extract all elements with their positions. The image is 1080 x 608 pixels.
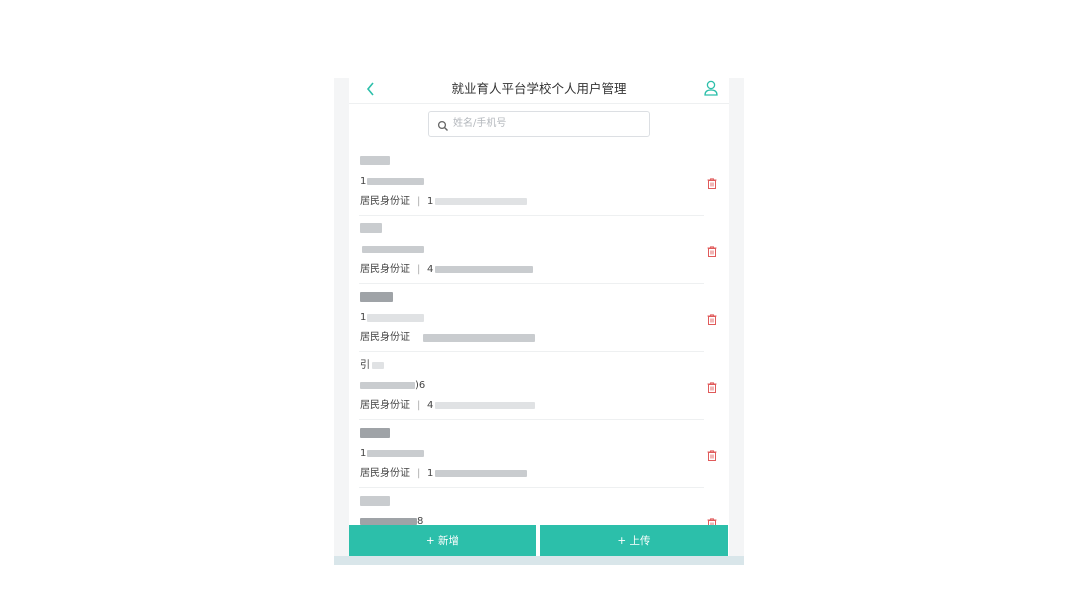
user-icon[interactable] bbox=[703, 79, 719, 97]
name-masked bbox=[360, 496, 390, 506]
id-masked bbox=[435, 470, 527, 477]
name-masked bbox=[360, 428, 390, 438]
list-item[interactable]: 1 居民身份证 | 1 bbox=[349, 420, 729, 488]
id-masked bbox=[435, 402, 535, 409]
trash-icon[interactable] bbox=[707, 242, 717, 257]
phone-masked bbox=[367, 314, 424, 322]
id-prefix: 4 bbox=[427, 400, 434, 411]
trash-icon[interactable] bbox=[707, 446, 717, 461]
trash-icon[interactable] bbox=[707, 378, 717, 393]
id-masked bbox=[423, 334, 535, 342]
id-type-label: 居民身份证 bbox=[360, 468, 410, 479]
id-separator: | bbox=[417, 400, 421, 411]
trash-icon[interactable] bbox=[707, 514, 717, 529]
list-item[interactable]: 居民身份证 | 4 bbox=[349, 216, 729, 284]
right-gutter bbox=[729, 78, 744, 565]
search-icon bbox=[437, 117, 449, 131]
id-separator: | bbox=[417, 468, 421, 479]
search-input[interactable]: 姓名/手机号 bbox=[428, 111, 650, 137]
header-bar: 就业育人平台学校个人用户管理 bbox=[349, 78, 729, 103]
list-item[interactable]: 1 居民身份证 | 1 bbox=[349, 148, 729, 216]
left-gutter bbox=[334, 78, 349, 565]
id-prefix: 4 bbox=[427, 264, 434, 275]
id-separator: | bbox=[417, 264, 421, 275]
id-masked bbox=[435, 198, 527, 205]
id-type-label: 居民身份证 bbox=[360, 264, 410, 275]
phone-suffix: )6 bbox=[415, 380, 426, 391]
name-masked bbox=[360, 223, 382, 233]
id-type-label: 居民身份证 bbox=[360, 400, 410, 411]
trash-icon[interactable] bbox=[707, 310, 717, 325]
id-prefix: 1 bbox=[427, 468, 434, 479]
id-type-label: 居民身份证 bbox=[360, 196, 410, 207]
bottom-strip bbox=[334, 556, 744, 565]
search-placeholder: 姓名/手机号 bbox=[453, 118, 507, 129]
phone-prefix: 1 bbox=[360, 176, 367, 187]
header-divider bbox=[349, 103, 729, 104]
phone-masked bbox=[367, 450, 424, 457]
name-masked bbox=[360, 156, 390, 165]
upload-button[interactable]: + 上传 bbox=[540, 525, 728, 557]
trash-icon[interactable] bbox=[707, 174, 717, 189]
phone-prefix: 1 bbox=[360, 448, 367, 459]
name-first-char: 引 bbox=[360, 360, 370, 371]
add-button[interactable]: + 新增 bbox=[349, 525, 536, 557]
list-item[interactable]: 引 )6 居民身份证 | 4 bbox=[349, 352, 729, 420]
name-masked bbox=[372, 362, 384, 369]
phone-prefix: 1 bbox=[360, 312, 367, 323]
id-separator: | bbox=[417, 196, 421, 207]
user-list: 1 居民身份证 | 1 居民身份证 | 4 1 居民身份证 引)6 居民身份证… bbox=[349, 148, 729, 556]
name-masked bbox=[360, 292, 393, 302]
list-item[interactable]: 1 居民身份证 bbox=[349, 284, 729, 352]
id-prefix: 1 bbox=[427, 196, 434, 207]
page-title: 就业育人平台学校个人用户管理 bbox=[451, 81, 627, 96]
app-frame: 就业育人平台学校个人用户管理 姓名/手机号 1 居民身份证 | 1 居民身份证 bbox=[334, 78, 744, 565]
phone-masked bbox=[360, 382, 415, 389]
phone-masked bbox=[362, 246, 424, 253]
phone-masked bbox=[360, 518, 417, 525]
phone-masked bbox=[367, 178, 424, 185]
id-type-label: 居民身份证 bbox=[360, 332, 410, 343]
id-masked bbox=[435, 266, 533, 273]
